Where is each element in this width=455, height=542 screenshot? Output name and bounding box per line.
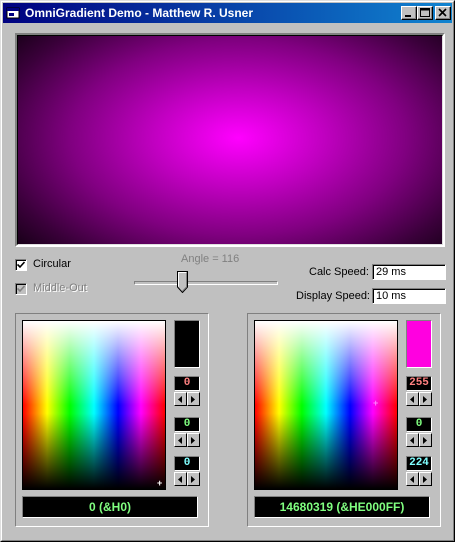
circular-checkbox[interactable] [15,259,27,271]
display-speed-field[interactable]: 10 ms [372,288,446,304]
green-spinner[interactable] [406,433,432,447]
arrow-right-icon [423,437,427,444]
increase-button[interactable] [187,392,200,406]
window-title: OmniGradient Demo - Matthew R. Usner [25,6,254,20]
arrow-left-icon [410,396,414,403]
blue-value[interactable]: 224 [406,456,432,471]
angle-slider-thumb[interactable] [177,271,188,293]
arrow-left-icon [178,437,182,444]
red-value[interactable]: 255 [406,376,432,391]
checkmark-icon [17,285,25,293]
middle-out-label[interactable]: Middle-Out [33,282,87,294]
decrease-button[interactable] [174,433,187,447]
red-spinner[interactable] [406,392,432,406]
arrow-right-icon [423,476,427,483]
main-window: OmniGradient Demo - Matthew R. Usner Cir… [0,0,455,542]
end-color-panel: + 255 0 224 14680319 (&HE000FF) [247,313,441,527]
gradient-preview [15,33,445,247]
gradient-canvas [17,35,443,245]
picker-crosshair-icon: + [373,398,379,408]
maximize-icon [420,8,430,17]
end-color-picker[interactable]: + [254,320,398,490]
decrease-button[interactable] [406,392,419,406]
decrease-button[interactable] [406,472,419,486]
arrow-right-icon [423,396,427,403]
increase-button[interactable] [419,472,432,486]
angle-label: Angle = 116 [181,253,240,265]
calc-speed-field[interactable]: 29 ms [372,264,446,280]
arrow-right-icon [191,437,195,444]
blue-value[interactable]: 0 [174,456,200,471]
arrow-left-icon [410,476,414,483]
start-color-swatch [174,320,200,368]
red-spinner[interactable] [174,392,200,406]
title-bar[interactable]: OmniGradient Demo - Matthew R. Usner [3,3,452,23]
picker-crosshair-icon: + [157,478,163,488]
blue-spinner[interactable] [174,472,200,486]
start-color-readout: 0 (&H0) [22,496,198,518]
decrease-button[interactable] [174,472,187,486]
start-color-panel: + 0 0 0 0 (&H0) [15,313,209,527]
arrow-right-icon [191,476,195,483]
decrease-button[interactable] [174,392,187,406]
arrow-left-icon [178,476,182,483]
green-value[interactable]: 0 [174,417,200,432]
decrease-button[interactable] [406,433,419,447]
maximize-button[interactable] [417,6,433,20]
display-speed-label: Display Speed: [296,290,370,302]
close-icon [438,8,447,17]
circular-label[interactable]: Circular [33,258,71,270]
app-window-icon [6,7,20,19]
blue-spinner[interactable] [406,472,432,486]
arrow-right-icon [191,396,195,403]
calc-speed-label: Calc Speed: [309,266,369,278]
minimize-button[interactable] [401,6,417,20]
minimize-icon [405,15,411,17]
increase-button[interactable] [187,472,200,486]
start-color-picker[interactable]: + [22,320,166,490]
angle-slider-track[interactable] [134,281,278,285]
increase-button[interactable] [187,433,200,447]
middle-out-checkbox[interactable] [15,283,27,295]
arrow-left-icon [178,396,182,403]
red-value[interactable]: 0 [174,376,200,391]
close-button[interactable] [435,6,451,20]
green-spinner[interactable] [174,433,200,447]
end-color-swatch [406,320,432,368]
green-value[interactable]: 0 [406,417,432,432]
increase-button[interactable] [419,433,432,447]
increase-button[interactable] [419,392,432,406]
brightness-overlay [23,321,165,489]
end-color-readout: 14680319 (&HE000FF) [254,496,430,518]
checkmark-icon [17,261,25,269]
arrow-left-icon [410,437,414,444]
